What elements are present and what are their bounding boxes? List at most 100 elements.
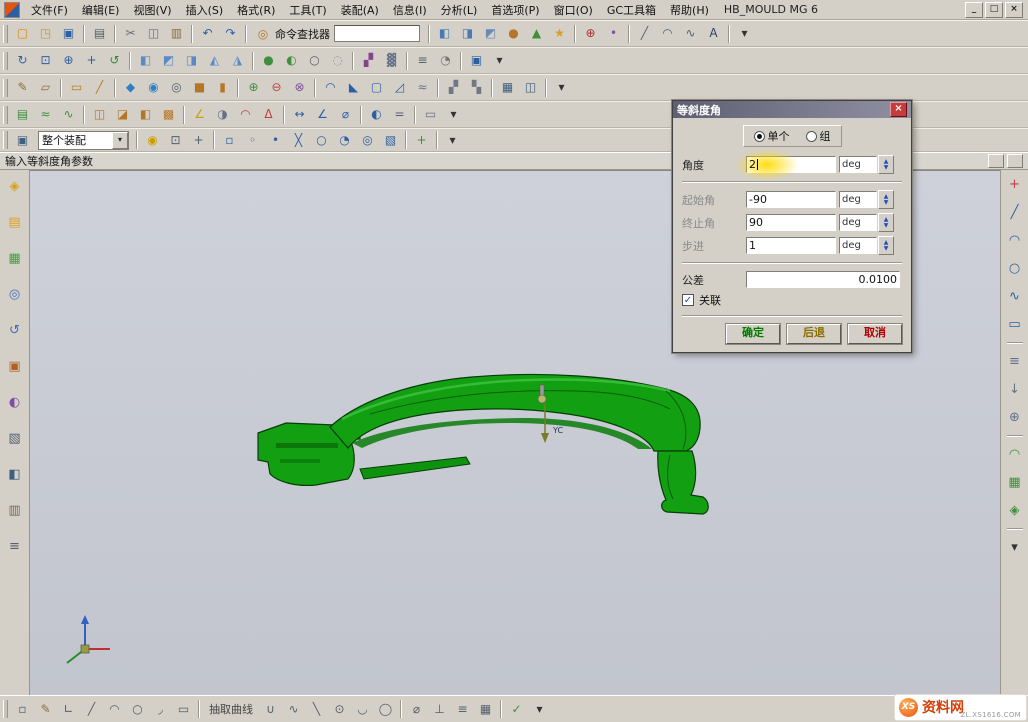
- u-curve-icon[interactable]: ∪: [260, 699, 281, 720]
- general-selection-icon[interactable]: ◉: [142, 130, 163, 151]
- fillet-icon[interactable]: ◞: [150, 699, 171, 720]
- associative-checkbox[interactable]: ✓: [682, 294, 694, 306]
- shaded-cube-icon[interactable]: ◧: [434, 23, 455, 44]
- dropdown-icon[interactable]: ▾: [443, 104, 464, 125]
- partially-shaded-icon[interactable]: ◐: [281, 50, 302, 71]
- measure-distance-icon[interactable]: ↔: [289, 104, 310, 125]
- n-sided-surface-icon[interactable]: ◈: [1004, 500, 1025, 521]
- copy-icon[interactable]: ◫: [143, 23, 164, 44]
- undo-icon[interactable]: ↶: [197, 23, 218, 44]
- top-view-icon[interactable]: ◩: [158, 50, 179, 71]
- zoom-icon[interactable]: ⊕: [58, 50, 79, 71]
- snap-quadrant-icon[interactable]: ◔: [334, 130, 355, 151]
- ruled-icon[interactable]: ▤: [12, 104, 33, 125]
- section-icon[interactable]: ▞: [358, 50, 379, 71]
- arc-b-icon[interactable]: ◠: [104, 699, 125, 720]
- cut-icon[interactable]: ✂: [120, 23, 141, 44]
- shaded-icon[interactable]: ●: [258, 50, 279, 71]
- angle-unit-box[interactable]: deg: [839, 156, 877, 173]
- studio-spline-icon[interactable]: ∿: [1004, 286, 1025, 307]
- mirror-icon[interactable]: ◫: [520, 77, 541, 98]
- step-input[interactable]: 1: [746, 237, 836, 254]
- spline-icon[interactable]: ∿: [680, 23, 701, 44]
- radio-single-circle-icon[interactable]: [754, 131, 765, 142]
- command-finder-input[interactable]: [334, 25, 420, 42]
- spline-b-icon[interactable]: ∿: [283, 699, 304, 720]
- assembly-navigator-icon[interactable]: ▤: [4, 212, 25, 233]
- project-curve-icon[interactable]: ↓: [1004, 379, 1025, 400]
- snap-intersect-icon[interactable]: ╳: [288, 130, 309, 151]
- thread-icon[interactable]: ≈: [412, 77, 433, 98]
- rectangle-b-icon[interactable]: ▭: [173, 699, 194, 720]
- snap-point-icon[interactable]: •: [265, 130, 286, 151]
- curvature-icon[interactable]: ◠: [235, 104, 256, 125]
- materials-icon[interactable]: ▣: [4, 356, 25, 377]
- sketch-tool-icon[interactable]: ✎: [35, 699, 56, 720]
- toolbar-grip[interactable]: [3, 52, 8, 70]
- static-wireframe-icon[interactable]: ◌: [327, 50, 348, 71]
- wireframe-cube-icon[interactable]: ◨: [457, 23, 478, 44]
- right-view-icon[interactable]: ◨: [181, 50, 202, 71]
- wcs-dynamics-icon[interactable]: +: [411, 130, 432, 151]
- line-icon[interactable]: ╱: [634, 23, 655, 44]
- start-angle-spinner-icon[interactable]: ▲▼: [878, 190, 894, 209]
- sew-icon[interactable]: ◧: [135, 104, 156, 125]
- datum-plane-icon[interactable]: ▭: [66, 77, 87, 98]
- menu-item-5[interactable]: 格式(R): [230, 0, 282, 20]
- visualization-studio-icon[interactable]: ◐: [4, 392, 25, 413]
- close-button[interactable]: ×: [1005, 2, 1023, 18]
- pan-icon[interactable]: +: [81, 50, 102, 71]
- measure-angle-icon[interactable]: ∠: [312, 104, 333, 125]
- toolbar-grip[interactable]: [3, 106, 8, 124]
- cylinder-icon[interactable]: ▮: [212, 77, 233, 98]
- point-dialog-icon[interactable]: +: [1004, 174, 1025, 195]
- ok-button[interactable]: 确定: [726, 324, 780, 344]
- menu-item-10[interactable]: 首选项(P): [484, 0, 546, 20]
- snap-existing-point-icon[interactable]: ◎: [357, 130, 378, 151]
- isometric-view-icon[interactable]: ◭: [204, 50, 225, 71]
- intersect-icon[interactable]: ⊗: [289, 77, 310, 98]
- datum-axis-icon[interactable]: ╱: [89, 77, 110, 98]
- menu-item-1[interactable]: 文件(F): [24, 0, 75, 20]
- bar-options-icon[interactable]: [1007, 154, 1023, 168]
- offset-curve-icon[interactable]: ≡: [1004, 351, 1025, 372]
- extrude-icon[interactable]: ◆: [120, 77, 141, 98]
- end-angle-input[interactable]: 90: [746, 214, 836, 231]
- edge-blend-icon[interactable]: ◠: [320, 77, 341, 98]
- text-icon[interactable]: A: [703, 23, 724, 44]
- task-sketch-icon[interactable]: ▱: [35, 77, 56, 98]
- fit-icon[interactable]: ⊡: [35, 50, 56, 71]
- trim-body-icon[interactable]: ▞: [443, 77, 464, 98]
- snapshot-icon[interactable]: ▣: [466, 50, 487, 71]
- templates-icon[interactable]: ▥: [4, 500, 25, 521]
- menu-item-12[interactable]: GC工具箱: [600, 0, 663, 20]
- dropdown-icon[interactable]: ▾: [734, 23, 755, 44]
- dropdown-icon[interactable]: ▾: [551, 77, 572, 98]
- dialog-close-button[interactable]: ×: [890, 102, 907, 117]
- web-browser-icon[interactable]: ◎: [4, 284, 25, 305]
- paste-icon[interactable]: ▥: [166, 23, 187, 44]
- minimize-button[interactable]: _: [965, 2, 983, 18]
- tolerance-input[interactable]: 0.0100: [746, 271, 900, 288]
- redo-icon[interactable]: ↷: [220, 23, 241, 44]
- offset-b-icon[interactable]: ≡: [452, 699, 473, 720]
- revolve-icon[interactable]: ◉: [143, 77, 164, 98]
- front-view-icon[interactable]: ◧: [135, 50, 156, 71]
- inside-icon[interactable]: ⊡: [165, 130, 186, 151]
- dropdown-icon[interactable]: ▾: [529, 699, 550, 720]
- snap-mid-icon[interactable]: ◦: [242, 130, 263, 151]
- angle-input[interactable]: 2: [746, 156, 836, 173]
- visualization-icon[interactable]: ◔: [435, 50, 456, 71]
- dock-toggle-icon[interactable]: [988, 154, 1004, 168]
- angle-unit-dropdown-icon[interactable]: ▲▼: [878, 155, 894, 174]
- datum-csys-icon[interactable]: ⊕: [580, 23, 601, 44]
- radio-group-circle-icon[interactable]: [806, 131, 817, 142]
- trimmed-sheet-icon[interactable]: ◪: [112, 104, 133, 125]
- quick-dimension-icon[interactable]: ⌀: [406, 699, 427, 720]
- pattern-icon[interactable]: ▦: [497, 77, 518, 98]
- start-angle-unit-box[interactable]: deg: [839, 191, 877, 208]
- back-button[interactable]: 后退: [787, 324, 841, 344]
- cancel-button[interactable]: 取消: [848, 324, 902, 344]
- menu-item-13[interactable]: 帮助(H): [663, 0, 716, 20]
- snap-point-toggle-icon[interactable]: ▫: [12, 699, 33, 720]
